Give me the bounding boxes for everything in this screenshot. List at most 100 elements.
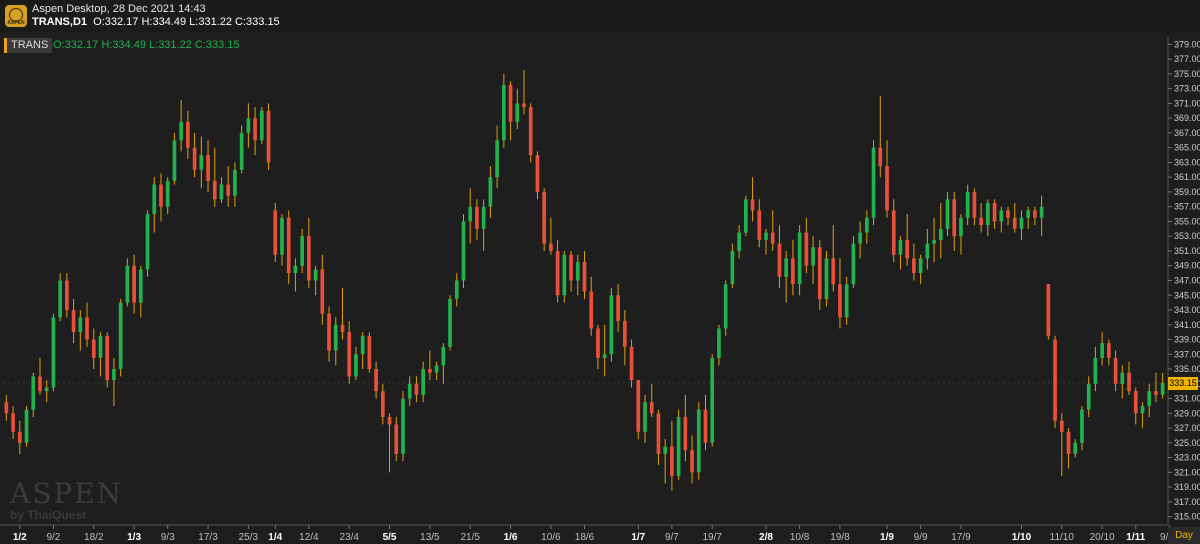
symbol-ohlc-header: TRANS,D1 O:332.17 H:334.49 L:331.22 C:33…	[32, 16, 280, 28]
candle-body	[1073, 442, 1078, 454]
candle-body	[596, 328, 600, 358]
candle-body	[1140, 405, 1145, 414]
candle-body	[488, 177, 493, 207]
price-tick-label: 365.00	[1174, 143, 1200, 153]
candle-body	[1053, 339, 1057, 421]
candle-body	[696, 409, 701, 473]
candle	[743, 195, 748, 237]
candle-body	[575, 262, 580, 281]
candle-body	[286, 217, 291, 274]
candle-body	[750, 199, 755, 211]
date-tick-label: 1/9	[880, 532, 894, 543]
candle	[851, 236, 856, 288]
price-tick-label: 367.00	[1174, 128, 1200, 138]
date-tick-label: 12/4	[299, 532, 319, 543]
candle-body	[878, 147, 883, 167]
candle-body	[582, 262, 587, 292]
price-tick-label: 329.00	[1174, 408, 1200, 418]
candle	[609, 287, 614, 362]
candle-body	[992, 203, 997, 222]
candle-body	[105, 335, 110, 381]
candle-body	[1113, 357, 1118, 384]
candle-body	[717, 328, 721, 358]
candle-body	[616, 295, 620, 322]
candle	[266, 103, 271, 170]
price-tick-label: 379.00	[1174, 39, 1200, 49]
candle-body	[562, 254, 567, 296]
candle-body	[475, 206, 479, 229]
candle-body	[421, 369, 426, 395]
candle-body	[1046, 284, 1051, 336]
candle-body	[441, 346, 446, 366]
candle	[118, 298, 123, 377]
symbol-legend[interactable]: TRANS	[4, 38, 53, 53]
candle-body	[333, 324, 338, 351]
price-tick-label: 327.00	[1174, 423, 1200, 433]
candle-body	[811, 247, 815, 266]
candle-body	[629, 346, 634, 381]
candle	[723, 280, 728, 336]
candle-body	[320, 269, 325, 314]
candle	[259, 107, 264, 144]
date-tick-label: 9/3	[161, 532, 175, 543]
candle-body	[972, 191, 977, 218]
price-tick-label: 357.00	[1174, 202, 1200, 212]
candle-body	[112, 369, 116, 381]
candle-body	[683, 417, 688, 451]
candle-body	[340, 324, 345, 333]
candle-body	[380, 391, 385, 418]
candle-body	[1019, 217, 1024, 229]
candle-body	[622, 321, 627, 347]
price-tick-label: 363.00	[1174, 157, 1200, 167]
candle-body	[656, 413, 661, 454]
candle-body	[891, 210, 896, 255]
candle	[51, 313, 56, 392]
candle-body	[737, 232, 741, 251]
candle-body	[710, 357, 715, 443]
candle-body	[280, 217, 284, 255]
candle-body	[347, 332, 352, 377]
candle-body	[824, 258, 829, 299]
candle-body	[461, 221, 466, 281]
candle-body	[663, 446, 668, 454]
date-tick-label: 13/5	[420, 532, 440, 543]
candle-body	[1107, 343, 1111, 358]
price-tick-label: 353.00	[1174, 231, 1200, 241]
price-chart[interactable]: 315.00 317.00 319.00 321.00 323.00 325.00 327.…	[0, 32, 1200, 544]
date-tick-label: 1/4	[268, 532, 282, 543]
candle-body	[555, 250, 560, 296]
timeframe-label[interactable]: Day	[1168, 527, 1200, 544]
candle-body	[212, 180, 217, 200]
candle-body	[17, 431, 22, 443]
candle-body	[307, 236, 311, 281]
candle-body	[152, 184, 157, 215]
candle-body	[273, 210, 278, 255]
date-tick-label: 23/4	[339, 532, 359, 543]
candle-body	[609, 295, 614, 355]
candle	[676, 409, 681, 480]
candle-body	[797, 232, 802, 285]
date-tick-label: 18/6	[575, 532, 595, 543]
price-tick-label: 331.00	[1174, 394, 1200, 404]
candle-body	[1120, 372, 1125, 384]
candle	[542, 188, 547, 251]
candle	[172, 132, 177, 185]
price-tick-label: 343.00	[1174, 305, 1200, 315]
candle-body	[1127, 372, 1131, 392]
candle	[145, 210, 150, 277]
date-tick-label: 17/3	[198, 532, 218, 543]
candle-body	[676, 417, 681, 477]
header-ohlc: O:332.17 H:334.49 L:331.22 C:333.15	[93, 16, 280, 28]
candle-body	[952, 199, 957, 237]
candle-body	[85, 317, 89, 340]
candle-body	[11, 413, 15, 432]
candle-body	[1059, 420, 1064, 432]
candle-body	[253, 118, 257, 141]
candle-body	[508, 84, 513, 122]
candle-body	[428, 369, 432, 373]
candle-body	[434, 365, 439, 373]
candle-body	[871, 147, 876, 218]
candle-body	[145, 214, 150, 270]
candle-body	[1033, 210, 1037, 218]
candle-body	[549, 243, 553, 251]
